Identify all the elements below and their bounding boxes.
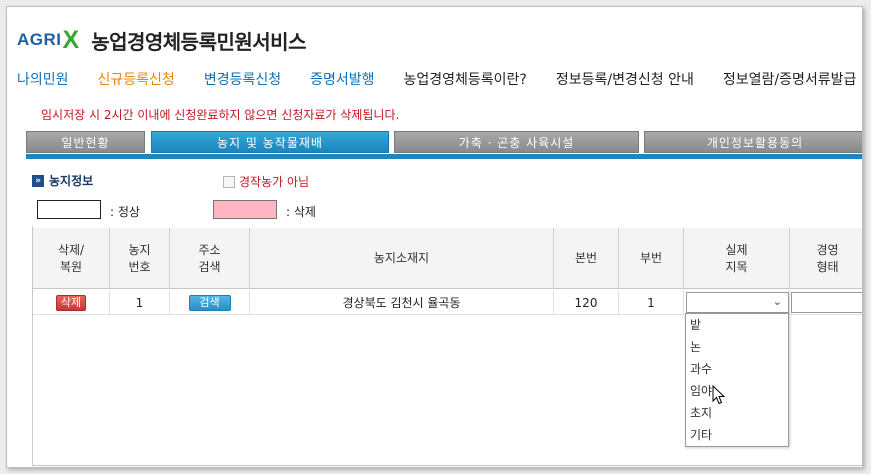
app-window: AGRI X 농업경영체등록민원서비스 나의민원 신규등록신청 변경등록신청 증… [6,6,863,468]
nav-my-request[interactable]: 나의민원 [17,69,69,89]
address-search-button[interactable]: 검색 [188,294,231,311]
tab-general[interactable]: 일반현황 [26,131,145,153]
legend-deleted-label: : 삭제 [286,205,316,219]
tab-livestock[interactable]: 가축 · 곤충 사육시설 [394,131,639,153]
land-type-dropdown-list: 밭 논 과수 임야 초지 기타 [685,313,789,447]
nav-certificate[interactable]: 증명서발행 [310,69,374,89]
tab-privacy[interactable]: 개인정보활용동의 [644,131,862,153]
agrix-logo[interactable]: AGRI X [17,25,80,54]
cell-main-number: 120 [554,290,619,315]
tab-underline [26,154,862,159]
land-type-select[interactable]: ⌄ [686,292,789,313]
chevron-down-icon: ⌄ [772,295,782,308]
delete-button[interactable]: 삭제 [56,294,86,311]
temp-save-warning: 임시저장 시 2시간 이내에 신청완료하지 않으면 신청자료가 삭제됩니다. [41,108,400,122]
col-delete-restore: 삭제/ 복원 [33,228,110,289]
col-address-search: 주소 검색 [170,228,250,289]
option-forest[interactable]: 임야 [686,380,788,402]
site-header: AGRI X 농업경영체등록민원서비스 [17,25,306,55]
logo-text-agri: AGRI [17,30,62,49]
nav-change-registration[interactable]: 변경등록신청 [204,69,281,89]
option-orchard[interactable]: 과수 [686,358,788,380]
logo-text-x: X [62,25,80,54]
checkbox-box[interactable] [223,175,235,188]
cell-location: 경상북도 김천시 율곡동 [250,290,554,315]
col-sub-number: 부번 [619,228,684,289]
option-grassland[interactable]: 초지 [686,402,788,424]
tab-farmland[interactable]: 농지 및 농작물재배 [151,131,389,153]
table-header-row: 삭제/ 복원 농지 번호 주소 검색 농지소재지 본번 부번 실제 지목 경영 … [33,228,862,289]
col-land-number: 농지 번호 [110,228,170,289]
mouse-cursor-icon [712,384,726,408]
cell-number: 1 [110,290,170,315]
cell-delete: 삭제 [33,290,110,315]
nav-view-docs[interactable]: 정보열람/증명서류발급 [723,69,857,89]
arrow-right-icon: » [32,174,44,187]
col-main-number: 본번 [554,228,619,289]
option-other[interactable]: 기타 [686,424,788,446]
tab-bar: 일반현황 농지 및 농작물재배 가축 · 곤충 사육시설 개인정보활용동의 [26,131,862,153]
cell-sub-number: 1 [619,290,684,315]
col-mgmt-type: 경영 형태 [816,242,839,274]
section-farmland-info: » 농지정보 [32,172,93,189]
legend-normal-swatch [37,200,101,219]
nav-about[interactable]: 농업경영체등록이란? [404,69,527,89]
section-title: 농지정보 [49,174,94,188]
nav-new-registration[interactable]: 신규등록신청 [98,69,175,89]
mgmt-type-input[interactable] [791,292,862,313]
legend-deleted-swatch [213,200,277,219]
cell-search: 검색 [170,290,250,315]
checkbox-label: 경작농가 아님 [239,175,310,189]
col-land-type: 실제 지목 [684,228,790,289]
farmland-table: 삭제/ 복원 농지 번호 주소 검색 농지소재지 본번 부번 실제 지목 경영 … [32,226,862,466]
site-title: 농업경영체등록민원서비스 [91,29,306,54]
not-farmer-checkbox[interactable]: 경작농가 아님 [223,173,309,190]
col-location: 농지소재지 [250,228,554,289]
main-nav: 나의민원 신규등록신청 변경등록신청 증명서발행 농업경영체등록이란? 정보등록… [17,69,862,89]
option-field[interactable]: 밭 [686,314,788,336]
nav-guide[interactable]: 정보등록/변경신청 안내 [556,69,694,89]
option-paddy[interactable]: 논 [686,336,788,358]
legend-normal-label: : 정상 [110,205,140,219]
